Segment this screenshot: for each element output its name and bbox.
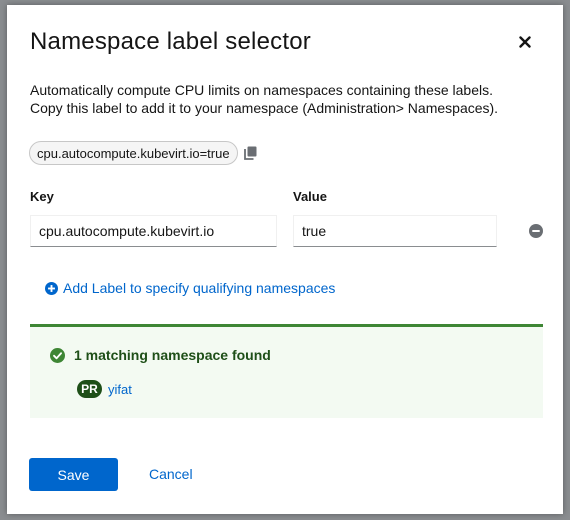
key-input[interactable] (30, 215, 277, 247)
description-line-1: Automatically compute CPU limits on name… (30, 82, 494, 98)
value-input[interactable] (293, 215, 497, 247)
matching-namespaces-alert: 1 matching namespace found PR yifat (30, 324, 543, 418)
namespace-label-selector-modal: Namespace label selector Automatically c… (7, 5, 563, 514)
minus-circle-icon (529, 224, 543, 238)
modal-title: Namespace label selector (30, 28, 311, 55)
cancel-button[interactable]: Cancel (149, 466, 193, 482)
namespace-link[interactable]: yifat (108, 382, 132, 397)
add-label-text: Add Label to specify qualifying namespac… (63, 280, 336, 296)
modal-description: Automatically compute CPU limits on name… (30, 81, 530, 117)
label-chip-text: cpu.autocompute.kubevirt.io=true (37, 145, 230, 161)
namespace-item: PR yifat (77, 380, 132, 398)
value-label: Value (293, 189, 327, 204)
save-button[interactable]: Save (29, 458, 118, 491)
description-line-2: Copy this label to add it to your namesp… (30, 100, 499, 116)
check-circle-icon (50, 347, 65, 363)
add-label-link[interactable]: Add Label to specify qualifying namespac… (45, 280, 335, 296)
copy-icon (244, 146, 257, 160)
remove-label-button[interactable] (529, 224, 543, 238)
key-label: Key (30, 189, 54, 204)
namespace-badge: PR (77, 380, 102, 398)
label-chip: cpu.autocompute.kubevirt.io=true (29, 141, 238, 165)
plus-circle-icon (45, 281, 58, 295)
close-icon (519, 36, 531, 48)
alert-header: 1 matching namespace found (50, 347, 271, 363)
label-chip-row: cpu.autocompute.kubevirt.io=true (29, 141, 259, 165)
alert-title: 1 matching namespace found (74, 347, 271, 363)
close-button[interactable] (514, 31, 536, 53)
copy-label-button[interactable] (243, 145, 259, 161)
